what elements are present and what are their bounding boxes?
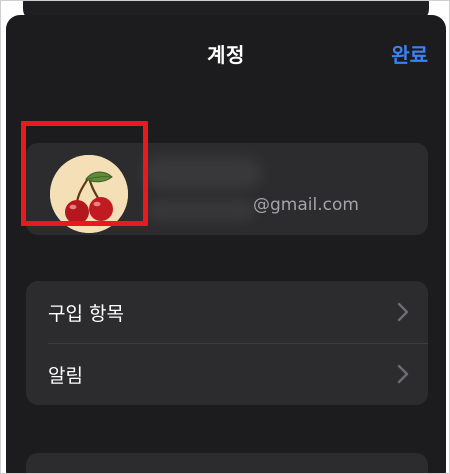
redacted-account-name [142,157,262,189]
redacted-email-prefix [146,199,256,221]
settings-list: 구입 항목 알림 [26,281,428,405]
list-item-purchases[interactable]: 구입 항목 [26,281,428,343]
account-email: @gmail.com [253,195,359,215]
chevron-right-icon [397,302,409,322]
list-item-label: 구입 항목 [48,302,124,325]
next-section-card [26,453,428,473]
chevron-right-icon [397,364,409,384]
list-item-notifications[interactable]: 알림 [26,343,428,405]
account-sheet: 계정 완료 @gmail.com 구입 항목 알림 [6,15,446,473]
screenshot-frame: 계정 완료 @gmail.com 구입 항목 알림 [0,0,450,474]
list-item-label: 알림 [48,364,83,387]
page-title: 계정 [207,43,245,67]
avatar-highlight-box [21,121,148,226]
done-button[interactable]: 완료 [391,39,428,68]
